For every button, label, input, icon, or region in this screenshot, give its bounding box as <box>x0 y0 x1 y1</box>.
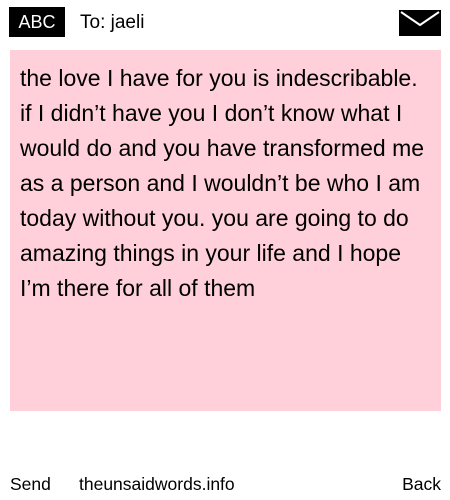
message-area[interactable]: the love I have for you is indescribable… <box>10 50 441 411</box>
softkey-bar: Send theunsaidwords.info Back <box>0 472 450 496</box>
envelope-icon <box>399 10 441 36</box>
site-credit: theunsaidwords.info <box>79 474 235 494</box>
message-screen: { "header": { "input_mode_label": "ABC",… <box>0 0 450 500</box>
message-body: the love I have for you is indescribable… <box>20 65 425 301</box>
recipient-label: To: jaeli <box>80 12 145 33</box>
input-mode-badge: ABC <box>9 7 65 37</box>
send-button[interactable]: Send <box>10 472 51 496</box>
back-button[interactable]: Back <box>402 472 441 496</box>
